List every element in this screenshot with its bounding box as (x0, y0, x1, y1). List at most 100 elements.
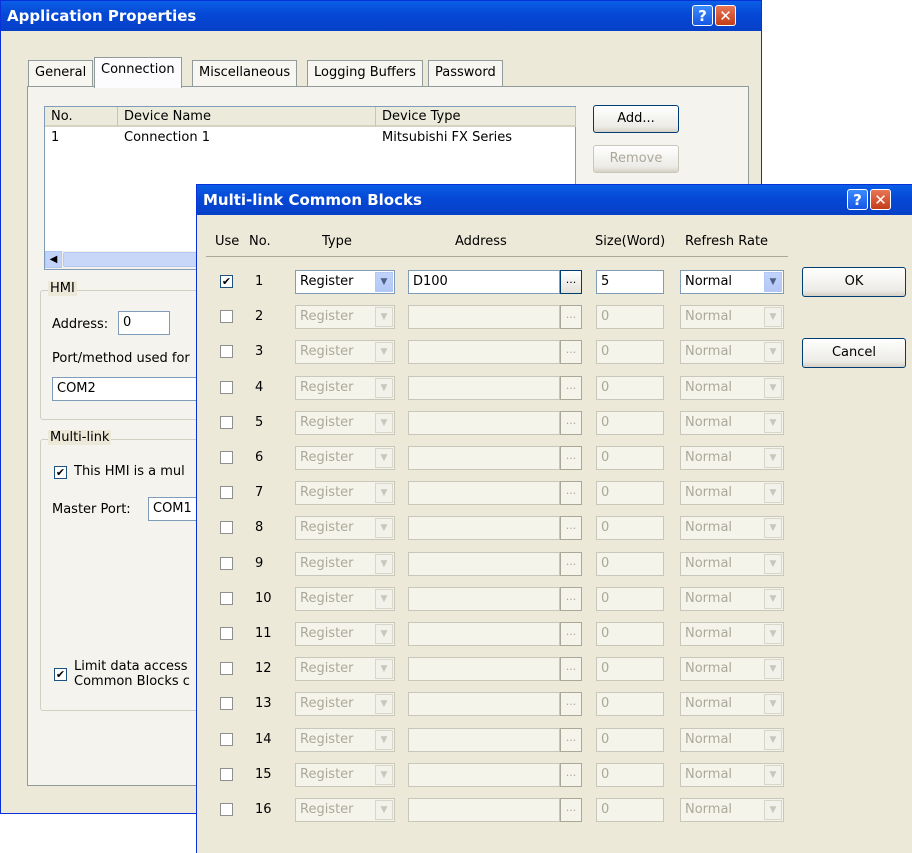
type-select[interactable]: Register ▼ (295, 375, 395, 400)
help-icon[interactable]: ? (692, 5, 713, 26)
size-input[interactable]: 0 (596, 551, 664, 576)
address-input[interactable] (408, 551, 560, 576)
refresh-rate-select[interactable]: Normal ▼ (680, 270, 784, 294)
chevron-down-icon[interactable]: ▼ (375, 518, 393, 539)
chevron-down-icon[interactable]: ▼ (375, 307, 393, 328)
ok-button[interactable]: OK (802, 267, 906, 297)
type-select[interactable]: Register ▼ (295, 305, 395, 330)
refresh-rate-select[interactable]: Normal ▼ (680, 622, 784, 646)
address-input[interactable] (408, 375, 560, 400)
size-input[interactable]: 0 (596, 410, 664, 435)
size-input[interactable]: 0 (596, 798, 664, 822)
refresh-rate-select[interactable]: Normal ▼ (680, 798, 784, 822)
address-input[interactable] (408, 340, 560, 365)
address-browse-button[interactable]: ... (560, 270, 582, 294)
use-checkbox[interactable] (220, 345, 233, 359)
use-checkbox[interactable]: ✔ (220, 275, 233, 288)
port-method-select[interactable]: COM2 (52, 377, 212, 401)
chevron-down-icon[interactable]: ▼ (375, 659, 393, 680)
tab-password[interactable]: Password (428, 60, 503, 86)
size-input[interactable]: 5 (596, 270, 664, 294)
type-select[interactable]: Register ▼ (295, 481, 395, 506)
chevron-down-icon[interactable]: ▼ (375, 588, 393, 609)
address-browse-button[interactable]: ... (560, 657, 582, 682)
address-input[interactable] (408, 410, 560, 435)
type-select[interactable]: Register ▼ (295, 410, 395, 435)
type-select[interactable]: Register ▼ (295, 340, 395, 365)
type-select[interactable]: Register ▼ (295, 727, 395, 752)
address-input[interactable] (408, 516, 560, 541)
use-checkbox[interactable] (220, 556, 233, 570)
refresh-rate-select[interactable]: Normal ▼ (680, 375, 784, 400)
address-browse-button[interactable]: ... (560, 446, 582, 470)
chevron-down-icon[interactable]: ▼ (764, 729, 782, 750)
address-browse-button[interactable]: ... (560, 551, 582, 576)
size-input[interactable]: 0 (596, 446, 664, 470)
chevron-down-icon[interactable]: ▼ (764, 553, 782, 574)
refresh-rate-select[interactable]: Normal ▼ (680, 692, 784, 717)
address-input[interactable] (408, 481, 560, 506)
address-browse-button[interactable]: ... (560, 516, 582, 541)
type-select[interactable]: Register ▼ (295, 516, 395, 541)
size-input[interactable]: 0 (596, 657, 664, 682)
refresh-rate-select[interactable]: Normal ▼ (680, 446, 784, 470)
address-input[interactable]: D100 (408, 270, 560, 294)
limit-data-access-checkbox[interactable]: ✔ (54, 668, 67, 681)
dialog-title-bar[interactable]: Multi-link Common Blocks (197, 185, 912, 215)
chevron-down-icon[interactable]: ▼ (375, 729, 393, 750)
chevron-down-icon[interactable]: ▼ (764, 518, 782, 539)
refresh-rate-select[interactable]: Normal ▼ (680, 657, 784, 682)
chevron-down-icon[interactable]: ▼ (375, 377, 393, 398)
remove-button[interactable]: Remove (593, 145, 679, 173)
type-select[interactable]: Register ▼ (295, 551, 395, 576)
size-input[interactable]: 0 (596, 727, 664, 752)
refresh-rate-select[interactable]: Normal ▼ (680, 762, 784, 787)
refresh-rate-select[interactable]: Normal ▼ (680, 340, 784, 365)
chevron-down-icon[interactable]: ▼ (375, 272, 393, 292)
chevron-down-icon[interactable]: ▼ (764, 377, 782, 398)
chevron-down-icon[interactable]: ▼ (375, 412, 393, 433)
chevron-down-icon[interactable]: ▼ (764, 448, 782, 468)
use-checkbox[interactable] (220, 662, 233, 676)
chevron-down-icon[interactable]: ▼ (375, 553, 393, 574)
column-header-no[interactable]: No. (45, 107, 118, 127)
address-input[interactable] (408, 762, 560, 787)
scroll-left-icon[interactable]: ◀ (45, 251, 62, 268)
dialog-close-icon[interactable]: ✕ (870, 189, 891, 210)
column-header-device-type[interactable]: Device Type (376, 107, 576, 127)
refresh-rate-select[interactable]: Normal ▼ (680, 516, 784, 541)
type-select[interactable]: Register ▼ (295, 657, 395, 682)
address-browse-button[interactable]: ... (560, 798, 582, 822)
address-input[interactable] (408, 622, 560, 646)
tab-general[interactable]: General (28, 60, 94, 86)
size-input[interactable]: 0 (596, 340, 664, 365)
address-browse-button[interactable]: ... (560, 340, 582, 365)
address-browse-button[interactable]: ... (560, 375, 582, 400)
chevron-down-icon[interactable]: ▼ (375, 448, 393, 468)
chevron-down-icon[interactable]: ▼ (764, 307, 782, 328)
size-input[interactable]: 0 (596, 375, 664, 400)
refresh-rate-select[interactable]: Normal ▼ (680, 586, 784, 611)
size-input[interactable]: 0 (596, 305, 664, 330)
tab-logging-buffers[interactable]: Logging Buffers (307, 60, 423, 86)
chevron-down-icon[interactable]: ▼ (764, 624, 782, 644)
use-checkbox[interactable] (220, 803, 233, 816)
title-bar[interactable]: Application Properties (1, 1, 761, 31)
address-browse-button[interactable]: ... (560, 692, 582, 717)
use-checkbox[interactable] (220, 486, 233, 500)
type-select[interactable]: Register ▼ (295, 586, 395, 611)
use-checkbox[interactable] (220, 627, 233, 640)
chevron-down-icon[interactable]: ▼ (375, 694, 393, 715)
chevron-down-icon[interactable]: ▼ (375, 624, 393, 644)
address-input[interactable] (408, 446, 560, 470)
address-browse-button[interactable]: ... (560, 622, 582, 646)
size-input[interactable]: 0 (596, 516, 664, 541)
chevron-down-icon[interactable]: ▼ (375, 764, 393, 785)
address-browse-button[interactable]: ... (560, 410, 582, 435)
use-checkbox[interactable] (220, 697, 233, 711)
add-button[interactable]: Add... (593, 105, 679, 133)
address-browse-button[interactable]: ... (560, 762, 582, 787)
address-browse-button[interactable]: ... (560, 586, 582, 611)
size-input[interactable]: 0 (596, 692, 664, 717)
address-input[interactable] (408, 305, 560, 330)
